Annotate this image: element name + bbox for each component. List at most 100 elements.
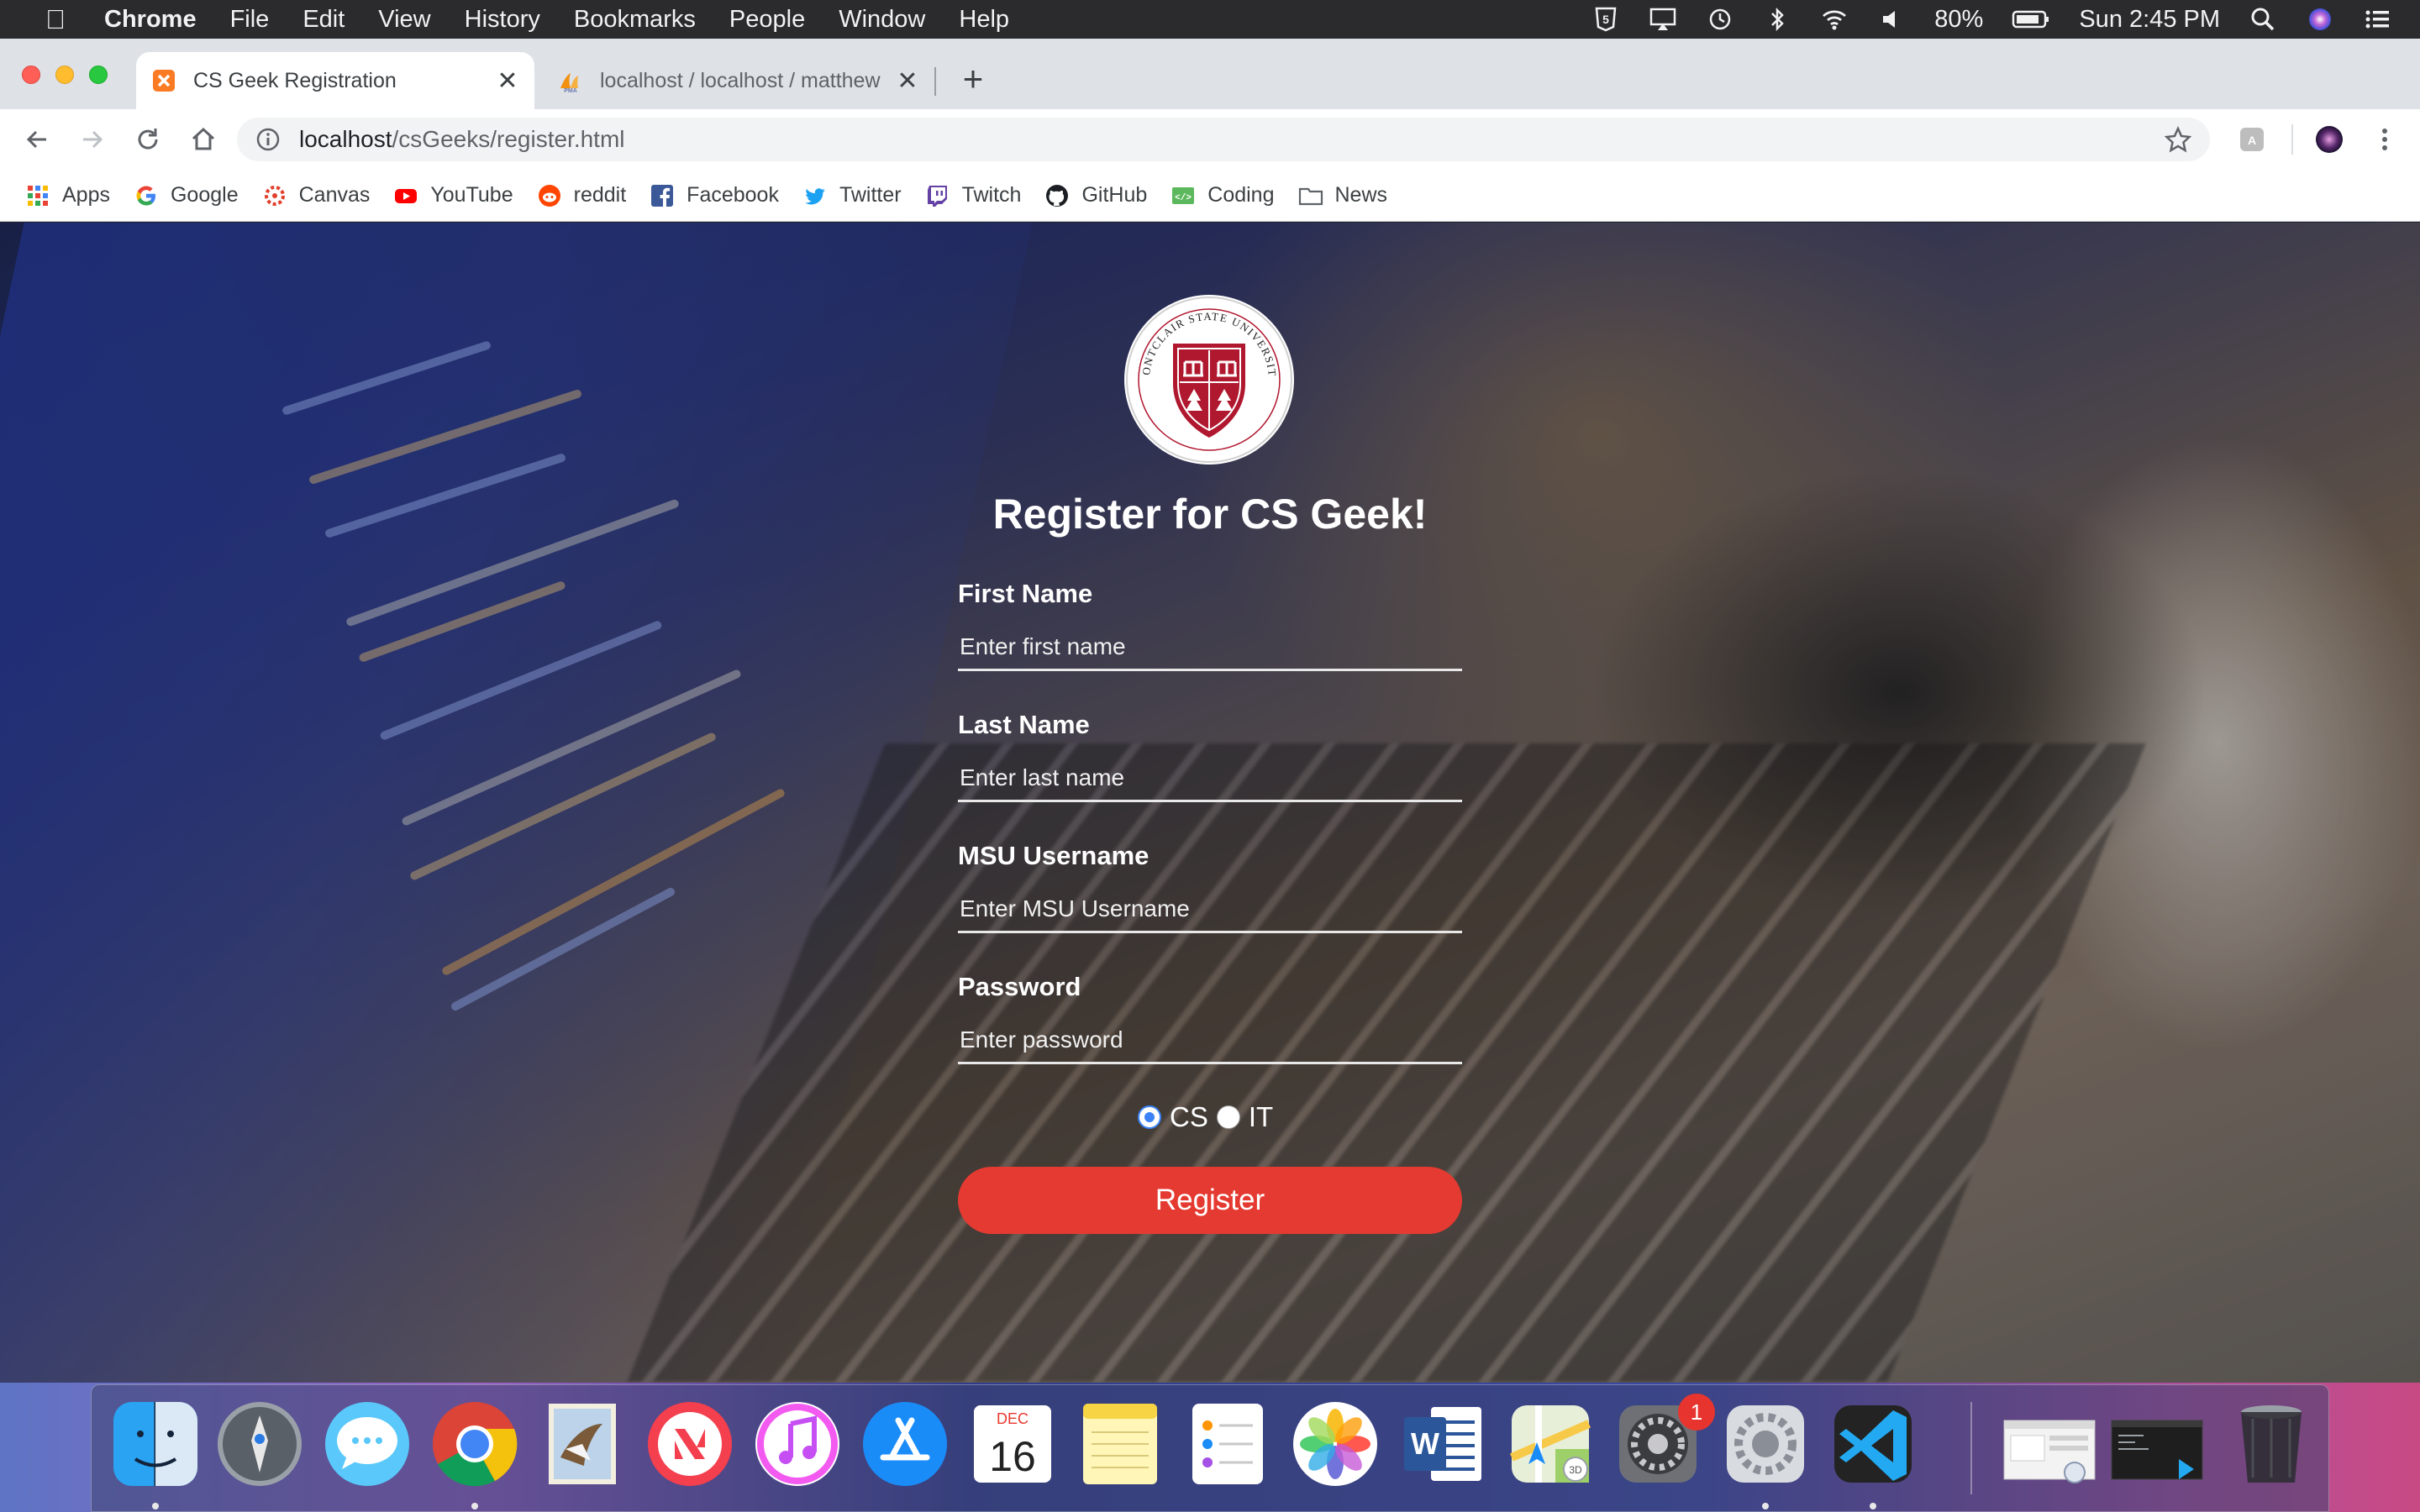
first-name-input[interactable]: [958, 624, 1462, 671]
bookmark-canvas[interactable]: Canvas: [262, 183, 370, 208]
apple-menu-icon[interactable]: : [32, 4, 79, 35]
menu-help[interactable]: Help: [959, 6, 1009, 34]
bookmark-news-folder[interactable]: News: [1298, 183, 1388, 208]
word-icon[interactable]: W: [1397, 1399, 1488, 1489]
siri-icon[interactable]: [2306, 7, 2334, 32]
bookmark-apps[interactable]: Apps: [25, 183, 110, 208]
volume-icon[interactable]: [1877, 7, 1906, 32]
msu-username-field: MSU Username: [958, 841, 1462, 933]
dock-separator: [1970, 1402, 1972, 1494]
bookmark-twitter[interactable]: Twitter: [802, 183, 902, 208]
time-machine-icon[interactable]: [1706, 7, 1734, 32]
menu-edit[interactable]: Edit: [302, 6, 345, 34]
bookmark-facebook[interactable]: Facebook: [650, 183, 779, 208]
password-input[interactable]: [958, 1017, 1462, 1064]
menu-people[interactable]: People: [729, 6, 805, 34]
facebook-icon: [650, 183, 675, 208]
canvas-icon: [262, 183, 287, 208]
maps-icon[interactable]: 3D: [1505, 1399, 1596, 1489]
menu-view[interactable]: View: [378, 6, 430, 34]
tab-separator: [934, 67, 936, 96]
menu-app-name[interactable]: Chrome: [104, 6, 197, 34]
calendar-month: DEC: [997, 1410, 1028, 1427]
menu-history[interactable]: History: [465, 6, 540, 34]
settings-app-icon[interactable]: [1720, 1399, 1811, 1489]
svg-text:5: 5: [1602, 13, 1609, 26]
finder-icon[interactable]: [110, 1399, 201, 1489]
form-title: Register for CS Geek!: [992, 491, 1428, 538]
chrome-icon[interactable]: [429, 1399, 520, 1489]
reminders-icon[interactable]: [1182, 1399, 1273, 1489]
bookmark-star-icon[interactable]: [2165, 126, 2191, 153]
address-bar[interactable]: localhost/csGeeks/register.html: [237, 118, 2210, 161]
page-viewport: MONTCLAIR STATE UNIVERSITY Register for …: [0, 223, 2420, 1383]
msu-username-input[interactable]: [958, 886, 1462, 933]
window-close-button[interactable]: [22, 66, 40, 84]
it-radio-label[interactable]: IT: [1249, 1101, 1273, 1133]
menubar-clock[interactable]: Sun 2:45 PM: [2079, 6, 2220, 34]
trash-icon[interactable]: [2226, 1399, 2317, 1489]
bookmark-github[interactable]: GitHub: [1044, 183, 1147, 208]
itunes-icon[interactable]: [752, 1399, 843, 1489]
new-tab-button[interactable]: +: [953, 59, 993, 99]
last-name-input[interactable]: [958, 755, 1462, 802]
battery-percent[interactable]: 80%: [1934, 6, 1983, 34]
site-info-icon[interactable]: [255, 127, 281, 152]
dock: DEC 16 W 3D 1: [91, 1384, 2329, 1512]
menu-window[interactable]: Window: [839, 6, 925, 34]
html5-status-icon[interactable]: 5: [1591, 7, 1620, 32]
browser-toolbar: localhost/csGeeks/register.html A: [0, 109, 2420, 170]
calendar-icon[interactable]: DEC 16: [967, 1399, 1058, 1489]
preview-window-icon[interactable]: [1999, 1399, 2100, 1489]
tab-phpmyadmin[interactable]: PMA localhost / localhost / matthew ✕: [543, 52, 934, 109]
extension-icon[interactable]: A: [2235, 123, 2269, 156]
github-icon: [1044, 183, 1070, 208]
menu-file[interactable]: File: [230, 6, 270, 34]
notification-center-icon[interactable]: [2363, 7, 2391, 32]
bookmark-label: Coding: [1207, 183, 1275, 207]
bookmark-label: News: [1334, 183, 1388, 207]
chrome-menu-icon[interactable]: [2368, 123, 2402, 156]
forward-button[interactable]: [76, 123, 109, 156]
tab-close-icon[interactable]: ✕: [491, 66, 524, 96]
menu-bookmarks[interactable]: Bookmarks: [574, 6, 696, 34]
app-store-icon[interactable]: [860, 1399, 950, 1489]
bookmark-youtube[interactable]: YouTube: [393, 183, 513, 208]
window-zoom-button[interactable]: [89, 66, 108, 84]
profile-avatar[interactable]: [2312, 123, 2346, 156]
bookmark-label: Facebook: [687, 183, 779, 207]
window-minimize-button[interactable]: [55, 66, 74, 84]
cs-radio-label[interactable]: CS: [1170, 1101, 1208, 1133]
cs-radio[interactable]: [1138, 1105, 1161, 1129]
photos-icon[interactable]: [1290, 1399, 1381, 1489]
university-seal-logo: MONTCLAIR STATE UNIVERSITY: [1124, 295, 1294, 465]
tab-cs-geek-registration[interactable]: CS Geek Registration ✕: [136, 52, 534, 109]
url-text[interactable]: localhost/csGeeks/register.html: [299, 126, 625, 153]
spotlight-search-icon[interactable]: [2249, 7, 2277, 32]
notes-icon[interactable]: [1075, 1399, 1165, 1489]
messages-icon[interactable]: [322, 1399, 413, 1489]
bookmark-google[interactable]: Google: [134, 183, 239, 208]
bookmark-coding[interactable]: </> Coding: [1171, 183, 1275, 208]
reload-button[interactable]: [131, 123, 165, 156]
terminal-window-icon[interactable]: [2107, 1399, 2207, 1489]
airplay-icon[interactable]: [1649, 7, 1677, 32]
news-icon[interactable]: [644, 1399, 735, 1489]
back-button[interactable]: [20, 123, 54, 156]
tab-title: CS Geek Registration: [193, 68, 397, 92]
last-name-label: Last Name: [958, 710, 1090, 739]
wifi-icon[interactable]: [1820, 7, 1849, 32]
bookmark-reddit[interactable]: reddit: [537, 183, 626, 208]
register-button[interactable]: Register: [958, 1167, 1462, 1234]
tab-close-icon[interactable]: ✕: [891, 66, 924, 96]
it-radio[interactable]: [1216, 1105, 1240, 1129]
launchpad-icon[interactable]: [214, 1399, 305, 1489]
battery-icon[interactable]: [2012, 7, 2050, 32]
home-button[interactable]: [187, 123, 220, 156]
mail-icon[interactable]: [537, 1399, 628, 1489]
bookmark-twitch[interactable]: Twitch: [925, 183, 1021, 208]
tab-title: localhost / localhost / matthew: [600, 68, 881, 92]
vscode-icon[interactable]: [1828, 1399, 1918, 1489]
password-field: Password: [958, 972, 1462, 1064]
bluetooth-icon[interactable]: [1763, 7, 1791, 32]
